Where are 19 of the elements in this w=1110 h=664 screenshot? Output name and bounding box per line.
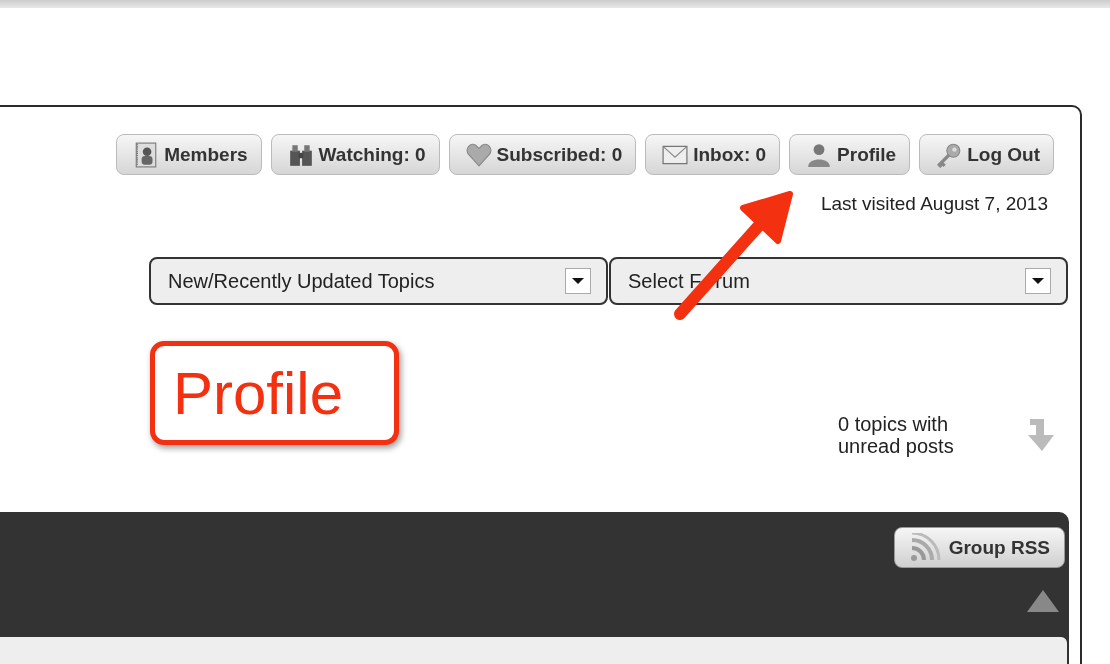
rss-icon: [908, 532, 941, 563]
dropdown[interactable]: Select F rum: [609, 257, 1068, 305]
subscribed-icon: [465, 141, 492, 168]
dropdown[interactable]: New/Recently Updated Topics: [149, 257, 608, 305]
logout-button[interactable]: Log Out: [919, 134, 1054, 175]
annotation-label: Profile: [150, 341, 399, 445]
watching-button[interactable]: Watching: 0: [270, 134, 440, 175]
logout-icon: [936, 141, 963, 168]
collapse-icon[interactable]: [1027, 590, 1059, 612]
last-visited-text: Last visited August 7, 2013: [820, 193, 1048, 215]
profile-button[interactable]: Profile: [789, 134, 911, 175]
group-rss-button[interactable]: Group RSS: [893, 527, 1065, 568]
profile-icon: [806, 141, 833, 168]
subscribed-button[interactable]: Subscribed: 0: [448, 134, 637, 175]
caret-icon: [572, 278, 584, 284]
inbox-button[interactable]: Inbox: 0: [645, 134, 781, 175]
caret-icon: [1032, 278, 1044, 284]
unread-topics-text: 0 topics with unread posts: [838, 413, 955, 457]
members-button[interactable]: Members: [116, 134, 262, 175]
